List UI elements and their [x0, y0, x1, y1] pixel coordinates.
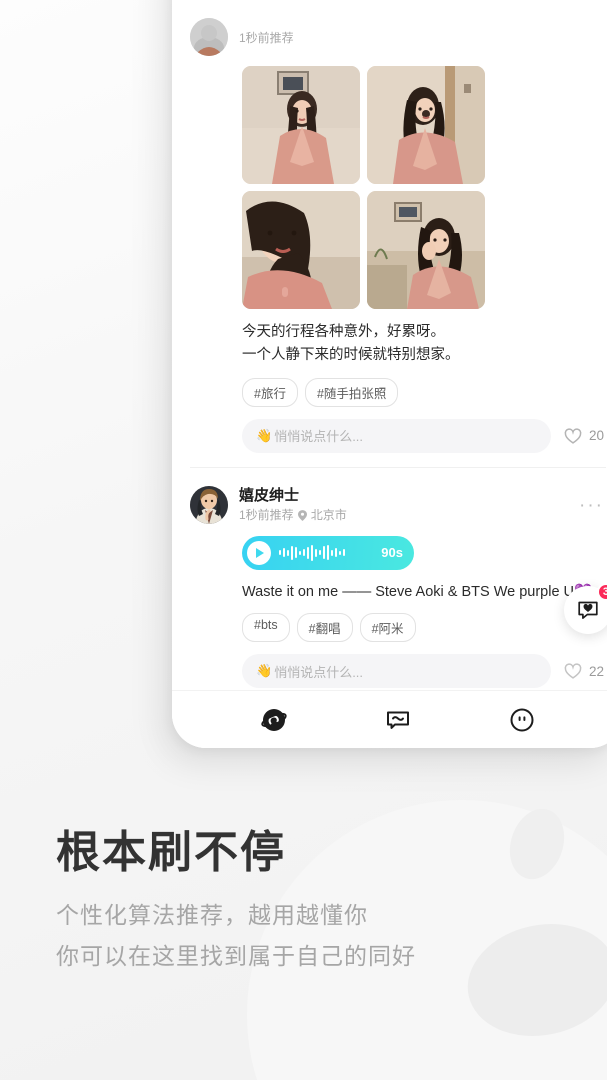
post-text-line-2: 一个人静下来的时候就特别想家。: [242, 347, 460, 364]
tag-row: #旅行 #随手拍张照: [242, 377, 606, 407]
play-button[interactable]: [247, 540, 271, 565]
comment-input[interactable]: 👋 悄悄说点什么...: [242, 418, 551, 453]
audio-duration: 90s: [381, 545, 403, 561]
caption-block: 根本刷不停 个性化算法推荐，越用越懂你 你可以在这里找到属于自己的同好: [56, 828, 576, 976]
nav-item-profile[interactable]: [505, 703, 539, 737]
feed-post-photos: 1秒前推荐 今天的行程各种意外，好累呀。 一个人静下来的时候就特别想家。 #旅行…: [172, 6, 607, 474]
tag-cover[interactable]: #翻唱: [296, 613, 353, 643]
like-button[interactable]: 22: [563, 661, 606, 681]
post-meta: 1秒前推荐: [239, 28, 294, 46]
post-location: 北京市: [310, 508, 347, 523]
feed-list[interactable]: 1秒前推荐 今天的行程各种意外，好累呀。 一个人静下来的时候就特别想家。 #旅行…: [172, 6, 607, 690]
photo-thumb-3[interactable]: [242, 191, 360, 309]
like-count: 20: [588, 428, 604, 444]
feed-post-audio: 嬉皮绅士 1秒前推荐 北京市 ··· 90s Waste it on me ——…: [172, 474, 607, 690]
play-icon: [256, 547, 264, 558]
face-icon: [510, 708, 534, 731]
song-title-line: Waste it on me —— Steve Aoki & BTS: [242, 583, 490, 600]
planet-icon: [261, 708, 287, 731]
like-button[interactable]: 20: [563, 426, 606, 446]
post-text: Waste it on me —— Steve Aoki & BTS We pu…: [242, 581, 606, 603]
bottom-navigation: [172, 690, 607, 748]
post-more-options-button[interactable]: ···: [579, 496, 604, 515]
like-count: 22: [588, 663, 604, 679]
caption-title: 根本刷不停: [56, 828, 286, 877]
tag-travel[interactable]: #旅行: [242, 377, 298, 407]
photo-thumb-1[interactable]: [242, 66, 360, 184]
photo-thumb-4[interactable]: [367, 191, 485, 309]
post-header: 嬉皮绅士 1秒前推荐 北京市 ···: [190, 474, 606, 532]
location-pin-icon: [297, 510, 307, 522]
post-header: 1秒前推荐: [190, 6, 606, 64]
post-text: 今天的行程各种意外，好累呀。 一个人静下来的时候就特别想家。: [242, 321, 606, 368]
wave-hand-icon: 👋: [256, 663, 273, 679]
wave-hand-icon: 👋: [256, 427, 273, 443]
phone-screen: 关注 推荐 发动态 1秒前推荐: [172, 0, 607, 748]
tag-row: #bts #翻唱 #阿米: [242, 613, 606, 643]
heart-icon: [564, 663, 582, 680]
audio-player[interactable]: 90s: [242, 535, 414, 570]
comment-placeholder: 悄悄说点什么...: [274, 429, 364, 445]
post-author-name[interactable]: 嬉皮绅士: [239, 487, 347, 506]
post-meta: 嬉皮绅士 1秒前推荐 北京市: [239, 487, 347, 524]
post-author-line: 1秒前推荐: [239, 31, 294, 45]
caption-subtitle-line-1: 个性化算法推荐，越用越懂你: [56, 902, 368, 929]
caption-subtitle-line-2: 你可以在这里找到属于自己的同好: [56, 942, 416, 969]
comment-input[interactable]: 👋 悄悄说点什么...: [242, 654, 551, 689]
nav-item-messages[interactable]: [381, 703, 415, 737]
photo-thumb-2[interactable]: [367, 66, 485, 184]
caption-subtitle: 个性化算法推荐，越用越懂你 你可以在这里找到属于自己的同好: [56, 895, 576, 976]
action-row: 👋 悄悄说点什么... 20: [242, 418, 606, 453]
tag-army[interactable]: #阿米: [359, 613, 416, 643]
notification-heart-icon: [578, 601, 598, 619]
post-time: 1秒前推荐: [239, 508, 294, 523]
tag-bts[interactable]: #bts: [242, 613, 290, 643]
tag-snapshot[interactable]: #随手拍张照: [304, 377, 399, 407]
photo-grid: [242, 66, 606, 309]
phone-mockup: 关注 推荐 发动态 1秒前推荐: [172, 0, 607, 748]
notification-fab[interactable]: 3: [564, 583, 607, 634]
post-submeta: 1秒前推荐 北京市: [239, 508, 347, 523]
nav-item-discover[interactable]: [257, 703, 291, 737]
comment-placeholder: 悄悄说点什么...: [274, 664, 364, 680]
avatar[interactable]: [190, 485, 228, 524]
audio-waveform: [279, 544, 373, 561]
post-divider: [190, 466, 606, 468]
post-text-line-1: 今天的行程各种意外，好累呀。: [242, 324, 445, 340]
chat-bubble-icon: [387, 711, 409, 729]
heart-icon: [564, 428, 582, 444]
action-row: 👋 悄悄说点什么... 22: [242, 654, 606, 689]
avatar[interactable]: [190, 18, 228, 56]
